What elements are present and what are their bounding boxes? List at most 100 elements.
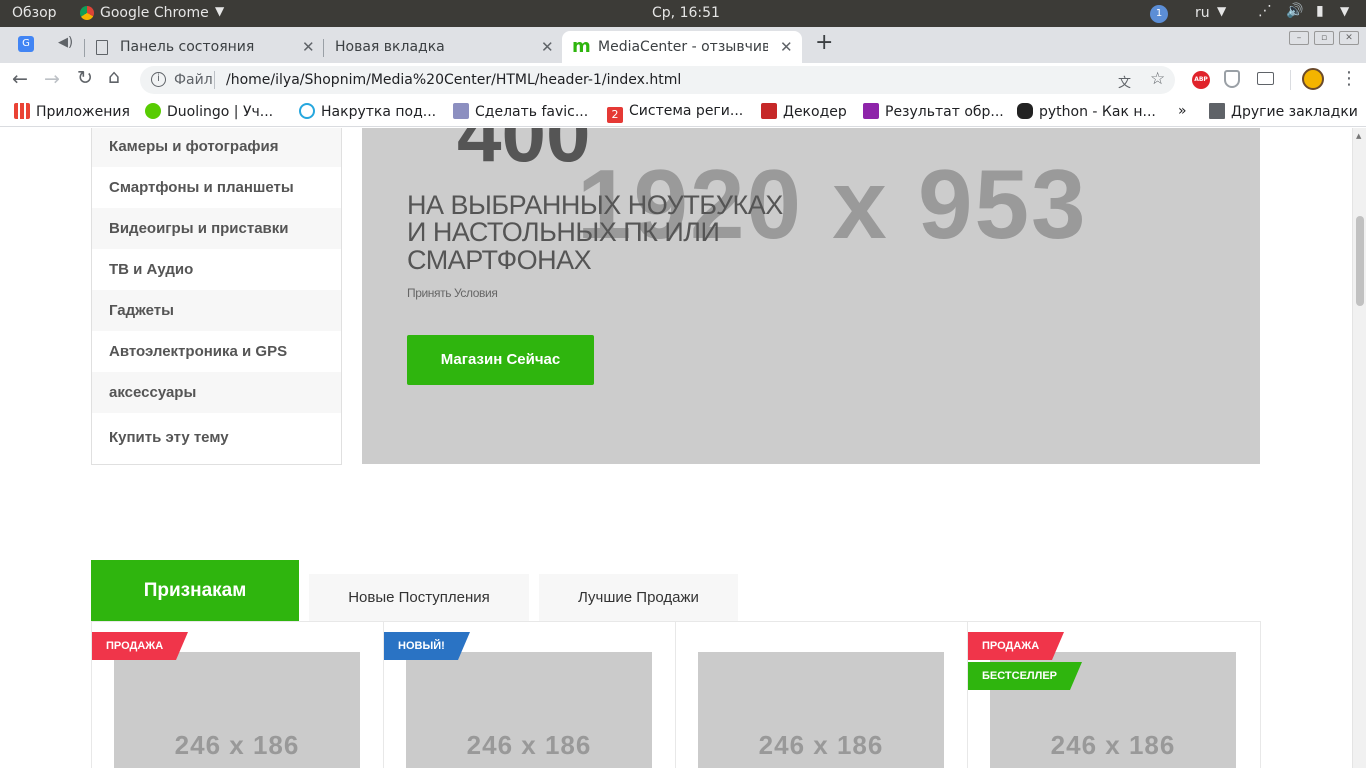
image-size-label: 246 x 186 [174,730,300,760]
minimize-window-icon[interactable]: – [1289,31,1309,45]
network-icon[interactable]: ⋰ [1258,3,1272,19]
category-videogames[interactable]: Видеоигры и приставки [92,208,341,249]
bookmark-label: Декодер [783,104,847,120]
tv-extension-icon[interactable] [1257,72,1274,85]
translate-icon[interactable]: 文 [1118,72,1131,91]
product-card[interactable]: 246 x 186 [676,622,968,768]
category-tv-audio[interactable]: ТВ и Аудио [92,249,341,290]
clock[interactable]: Ср, 16:51 [652,5,720,21]
sale-badge: ПРОДАЖА [968,632,1064,660]
bookmark-registration[interactable]: 2 Система реги... [607,103,743,123]
bookmark-other[interactable]: Другие закладки [1209,103,1358,120]
battery-icon[interactable]: ▮ [1316,3,1324,19]
hero-terms-link[interactable]: Принять Условия [407,286,498,300]
bookmark-label: Duolingo | Уч... [167,104,274,120]
back-icon[interactable]: ← [12,68,28,90]
close-tab-icon[interactable]: ✕ [541,38,554,56]
system-menu-arrow-icon[interactable]: ▼ [1340,4,1349,18]
folder-icon [1209,103,1225,119]
tab-mediacenter[interactable]: m MediaCenter - отзывчивый ✕ [562,31,802,63]
bookmark-label: Система реги... [629,103,744,119]
bookmark-result[interactable]: Результат обр... [863,103,1004,120]
forward-icon[interactable]: → [44,68,60,90]
sun-icon [299,103,315,119]
bookmark-favicon[interactable]: Сделать favic... [453,103,588,120]
url-text[interactable]: /home/ilya/Shopnim/Media%20Center/HTML/h… [226,72,681,88]
product-image[interactable]: 246 x 186 [114,652,360,768]
duolingo-icon [145,103,161,119]
category-auto-gps[interactable]: Автоэлектроника и GPS [92,331,341,372]
hero-banner: 1920 x 953 400 НА ВЫБРАННЫХ НОУТБУКАХ И … [362,128,1260,464]
product-image[interactable]: 246 x 186 [406,652,652,768]
apps-grid-icon [14,103,30,119]
activities-button[interactable]: Обзор [12,5,57,21]
bookmark-label: Накрутка под... [321,104,437,120]
language-indicator[interactable]: ru [1195,5,1210,21]
new-tab-icon[interactable]: + [815,30,833,55]
close-tab-icon[interactable]: ✕ [780,38,793,56]
maximize-window-icon[interactable]: ▫ [1314,31,1334,45]
tab-separator [84,39,85,57]
sale-badge: ПРОДАЖА [92,632,188,660]
product-card[interactable]: 246 x 186 ПРОДАЖА [92,622,384,768]
page-scrollbar[interactable]: ▲ [1352,128,1366,768]
reload-icon[interactable]: ↻ [77,67,93,89]
tab-dashboard[interactable]: Панель состояния ✕ [86,31,322,63]
home-icon[interactable]: ⌂ [108,66,120,88]
tab-best-sellers[interactable]: Лучшие Продажи [539,574,738,622]
close-tab-icon[interactable]: ✕ [302,38,315,56]
bookmark-star-icon[interactable]: ☆ [1150,69,1165,89]
audio-tab-icon[interactable]: ◀) [58,35,73,50]
shop-now-button[interactable]: Магазин Сейчас [407,335,594,385]
notification-icon[interactable]: 1 [1150,5,1168,23]
bookmark-nakrutka[interactable]: Накрутка под... [299,103,436,120]
category-accessories[interactable]: аксессуары [92,372,341,413]
toolbar-divider [1290,70,1291,90]
tab-new-arrivals[interactable]: Новые Поступления [309,574,529,622]
category-gadgets[interactable]: Гаджеты [92,290,341,331]
bookmark-apps[interactable]: Приложения [14,103,130,120]
tab-featured[interactable]: Признакам [91,560,299,621]
bookmark-label: Результат обр... [885,104,1004,120]
profile-avatar[interactable] [1302,68,1324,90]
os-top-bar: Обзор Google Chrome ▼ Ср, 16:51 1 ru ▼ ⋰… [0,0,1366,27]
category-sidebar: Камеры и фотография Смартфоны и планшеты… [91,128,342,465]
adblock-icon[interactable]: ABP [1192,71,1210,89]
app-menu-arrow-icon: ▼ [215,4,225,18]
scroll-up-arrow-icon[interactable]: ▲ [1356,132,1361,140]
shield-extension-icon[interactable] [1224,70,1240,88]
hero-headline-line2: И НАСТОЛЬНЫХ ПК ИЛИ [407,217,720,247]
app-menu[interactable]: Google Chrome [100,5,209,21]
info-icon[interactable]: i [151,72,166,87]
scrollbar-thumb[interactable] [1356,216,1364,306]
new-badge: НОВЫЙ! [384,632,470,660]
address-bar[interactable]: i Файл /home/ilya/Shopnim/Media%20Center… [140,66,1175,94]
product-card[interactable]: 246 x 186 НОВЫЙ! [384,622,676,768]
translate-tab-icon[interactable]: G [18,36,34,52]
tab-title: Новая вкладка [335,39,445,55]
buy-theme-link[interactable]: Купить эту тему [92,417,341,458]
chrome-app-icon [80,6,94,20]
bookmark-decoder[interactable]: Декодер [761,103,847,120]
image-size-label: 246 x 186 [758,730,884,760]
registration-site-icon: 2 [607,107,623,123]
product-card[interactable]: 246 x 186 ПРОДАЖА БЕСТСЕЛЛЕР [968,622,1260,768]
hero-headline-line3: СМАРТФОНАХ [407,245,592,275]
tab-strip: G ◀) Панель состояния ✕ Новая вкладка ✕ … [0,27,1366,63]
bookmark-label: Приложения [36,104,130,120]
language-arrow-icon: ▼ [1217,4,1227,18]
product-image[interactable]: 246 x 186 [698,652,944,768]
bookmark-duolingo[interactable]: Duolingo | Уч... [145,103,273,120]
image-size-label: 246 x 186 [1050,730,1176,760]
category-cameras[interactable]: Камеры и фотография [92,128,341,167]
bookmark-python[interactable]: python - Как н... [1017,103,1156,120]
close-window-icon[interactable]: ✕ [1339,31,1359,45]
tab-separator [323,39,324,57]
volume-icon[interactable]: 🔊 [1286,3,1303,19]
toolbar: ← → ↻ ⌂ i Файл /home/ilya/Shopnim/Media%… [0,63,1366,97]
tab-new-tab[interactable]: Новая вкладка ✕ [325,31,561,63]
menu-kebab-icon[interactable]: ⋮ [1340,68,1358,89]
bookmarks-overflow-button[interactable]: » [1178,103,1187,119]
sunglasses-icon [1017,103,1033,119]
category-smartphones[interactable]: Смартфоны и планшеты [92,167,341,208]
